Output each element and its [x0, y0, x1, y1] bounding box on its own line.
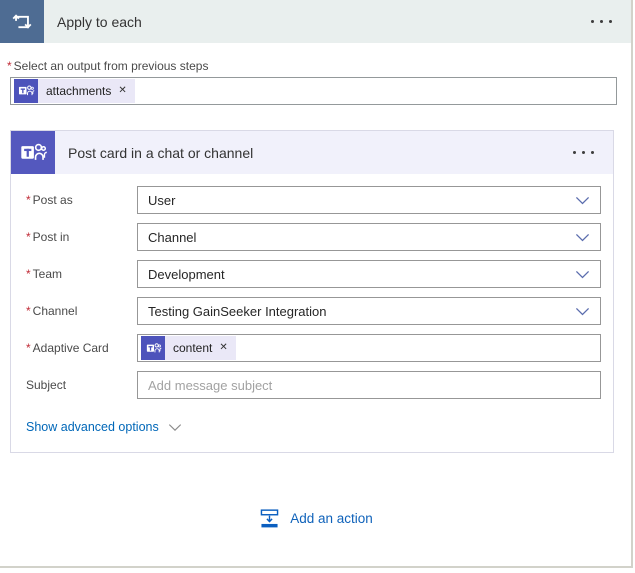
- action-menu-button[interactable]: [554, 131, 613, 174]
- post-card-action: Post card in a chat or channel *Post as …: [10, 130, 614, 453]
- more-options-icon: [591, 20, 594, 23]
- output-field-label: *Select an output from previous steps: [7, 59, 208, 73]
- adaptive-card-label: *Adaptive Card: [26, 334, 137, 362]
- flow-designer-canvas: Apply to each *Select an output from pre…: [0, 0, 635, 573]
- action-card-body: *Post as User *Post in Channel: [11, 174, 613, 436]
- chevron-down-icon: [575, 196, 590, 205]
- more-options-icon: [573, 151, 576, 154]
- team-value: Development: [148, 267, 225, 282]
- required-asterisk: *: [7, 59, 12, 73]
- apply-to-each-title-bar: Apply to each: [44, 0, 631, 43]
- apply-to-each-scope: Apply to each *Select an output from pre…: [0, 0, 633, 568]
- subject-placeholder: Add message subject: [148, 378, 272, 393]
- token-label: content ✕: [165, 336, 236, 360]
- action-card-header[interactable]: Post card in a chat or channel: [11, 131, 613, 174]
- insert-action-icon: [258, 506, 281, 530]
- add-action-label: Add an action: [290, 511, 373, 526]
- post-in-label: *Post in: [26, 223, 137, 251]
- chevron-down-icon: [575, 270, 590, 279]
- show-advanced-options-link[interactable]: Show advanced options: [26, 420, 182, 434]
- field-row-adaptive-card: *Adaptive Card: [26, 334, 601, 362]
- attachments-token[interactable]: attachments ✕: [14, 79, 135, 103]
- post-as-dropdown[interactable]: User: [137, 186, 601, 214]
- field-row-channel: *Channel Testing GainSeeker Integration: [26, 297, 601, 325]
- action-title: Post card in a chat or channel: [55, 145, 554, 161]
- post-as-value: User: [148, 193, 175, 208]
- scope-title: Apply to each: [44, 14, 572, 30]
- adaptive-card-input[interactable]: content ✕: [137, 334, 601, 362]
- field-row-subject: Subject Add message subject: [26, 371, 601, 399]
- loop-icon: [0, 0, 44, 43]
- remove-token-button[interactable]: ✕: [118, 86, 126, 96]
- teams-icon: [141, 336, 165, 360]
- field-row-team: *Team Development: [26, 260, 601, 288]
- channel-dropdown[interactable]: Testing GainSeeker Integration: [137, 297, 601, 325]
- content-token[interactable]: content ✕: [141, 336, 236, 360]
- add-action-button[interactable]: Add an action: [0, 506, 631, 530]
- field-row-post-in: *Post in Channel: [26, 223, 601, 251]
- subject-input[interactable]: Add message subject: [137, 371, 601, 399]
- team-dropdown[interactable]: Development: [137, 260, 601, 288]
- scope-menu-button[interactable]: [572, 0, 631, 43]
- post-in-dropdown[interactable]: Channel: [137, 223, 601, 251]
- output-input[interactable]: attachments ✕: [10, 77, 617, 105]
- subject-label: Subject: [26, 371, 137, 399]
- apply-to-each-header[interactable]: Apply to each: [0, 0, 631, 43]
- action-title-bar: Post card in a chat or channel: [55, 131, 613, 174]
- field-row-post-as: *Post as User: [26, 186, 601, 214]
- team-label: *Team: [26, 260, 137, 288]
- teams-icon: [14, 79, 38, 103]
- chevron-down-icon: [575, 307, 590, 316]
- chevron-down-icon: [575, 233, 590, 242]
- remove-token-button[interactable]: ✕: [219, 343, 227, 353]
- chevron-down-icon: [168, 423, 182, 432]
- channel-value: Testing GainSeeker Integration: [148, 304, 327, 319]
- token-label: attachments ✕: [38, 79, 135, 103]
- channel-label: *Channel: [26, 297, 137, 325]
- post-in-value: Channel: [148, 230, 196, 245]
- teams-icon: [11, 131, 55, 174]
- post-as-label: *Post as: [26, 186, 137, 214]
